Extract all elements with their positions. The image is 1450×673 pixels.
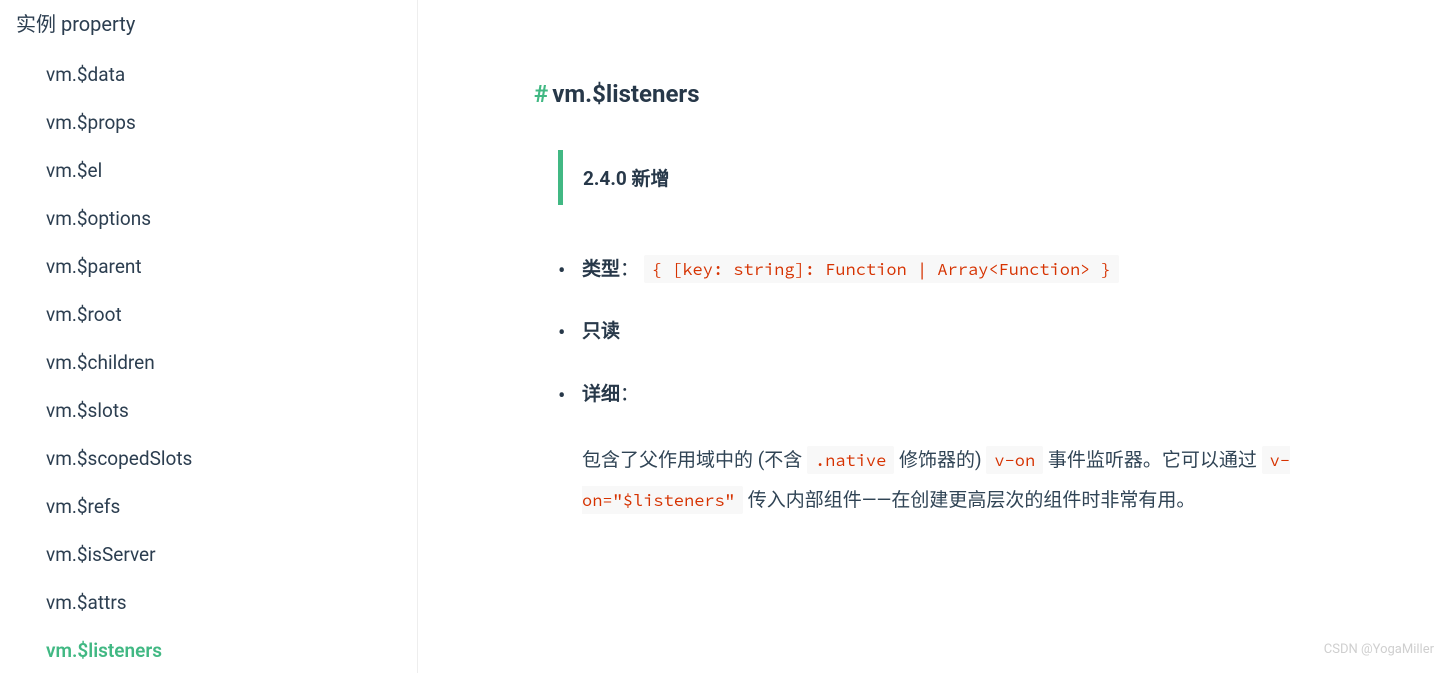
- sidebar-item[interactable]: vm.$props: [46, 99, 417, 147]
- main-content: #vm.$listeners 2.4.0 新增 类型： { [key: stri…: [418, 0, 1450, 673]
- detail-label: 详细: [582, 382, 620, 405]
- readonly-row: 只读: [558, 315, 1450, 347]
- version-notice: 2.4.0 新增: [558, 150, 1450, 205]
- sidebar-item[interactable]: vm.$scopedSlots: [46, 435, 417, 483]
- sidebar-item[interactable]: vm.$attrs: [46, 579, 417, 627]
- sidebar-item[interactable]: vm.$refs: [46, 483, 417, 531]
- sidebar-item[interactable]: vm.$options: [46, 195, 417, 243]
- detail-text: 包含了父作用域中的 (不含: [582, 448, 807, 471]
- sidebar-item[interactable]: vm.$parent: [46, 243, 417, 291]
- colon: ：: [620, 257, 639, 280]
- code-native: .native: [807, 446, 894, 474]
- detail-text: 传入内部组件——在创建更高层次的组件时非常有用。: [743, 488, 1195, 511]
- detail-text: 修饰器的): [894, 448, 986, 471]
- sidebar-item[interactable]: vm.$slots: [46, 387, 417, 435]
- page-layout: 实例 property vm.$datavm.$propsvm.$elvm.$o…: [0, 0, 1450, 673]
- sidebar-item[interactable]: vm.$root: [46, 291, 417, 339]
- sidebar-item[interactable]: vm.$listeners: [46, 627, 417, 673]
- sidebar-section-title: 实例 property: [16, 0, 417, 51]
- heading-title-text: vm.$listeners: [552, 80, 699, 108]
- type-code: { [key: string]: Function | Array<Functi…: [644, 255, 1119, 283]
- detail-row: 详细： 包含了父作用域中的 (不含 .native 修饰器的) v-on 事件监…: [558, 378, 1450, 520]
- detail-paragraph: 包含了父作用域中的 (不含 .native 修饰器的) v-on 事件监听器。它…: [582, 440, 1450, 520]
- readonly-label: 只读: [582, 319, 620, 342]
- detail-text: 事件监听器。它可以通过: [1043, 448, 1261, 471]
- sidebar-item[interactable]: vm.$children: [46, 339, 417, 387]
- type-label: 类型: [582, 257, 620, 280]
- sidebar-item[interactable]: vm.$isServer: [46, 531, 417, 579]
- code-von: v-on: [986, 446, 1043, 474]
- sidebar[interactable]: 实例 property vm.$datavm.$propsvm.$elvm.$o…: [0, 0, 418, 673]
- type-row: 类型： { [key: string]: Function | Array<Fu…: [558, 253, 1450, 285]
- sidebar-nav-list: vm.$datavm.$propsvm.$elvm.$optionsvm.$pa…: [16, 51, 417, 673]
- page-heading: #vm.$listeners: [534, 80, 1450, 108]
- sidebar-item[interactable]: vm.$data: [46, 51, 417, 99]
- property-detail-list: 类型： { [key: string]: Function | Array<Fu…: [558, 253, 1450, 520]
- heading-anchor-hash[interactable]: #: [534, 80, 548, 108]
- colon: ：: [620, 382, 639, 405]
- sidebar-item[interactable]: vm.$el: [46, 147, 417, 195]
